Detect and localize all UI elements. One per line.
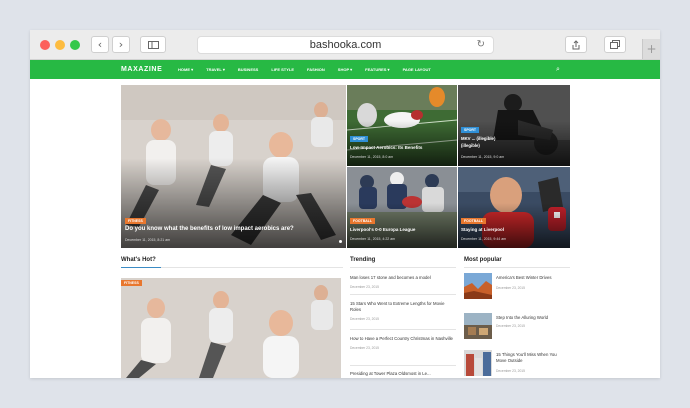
- menu-item-shop[interactable]: SHOP ▾: [338, 67, 352, 72]
- trending-heading: Trending: [350, 257, 376, 263]
- share-icon: [572, 39, 580, 49]
- browser-toolbar: ‹ › bashooka.com ↻ +: [30, 30, 660, 60]
- hero-bottom-mid-overlay: [347, 203, 457, 248]
- minimize-window-icon[interactable]: [55, 40, 65, 50]
- most-popular-heading: Most popular: [464, 257, 502, 263]
- most-popular-item[interactable]: America's Best Winter Drives December 23…: [464, 273, 564, 299]
- trending-item-title[interactable]: Man loses 17 stone and becomes a model: [350, 275, 456, 281]
- close-window-icon[interactable]: [40, 40, 50, 50]
- trending-item-title[interactable]: 15 Stars Who Went to Extreme Lengths for…: [350, 301, 456, 313]
- hero-top-mid-badge[interactable]: SPORT: [350, 136, 369, 142]
- address-bar[interactable]: bashooka.com ↻: [197, 36, 494, 54]
- hero-bottom-mid-date: December 11, 2015, 4:22 am: [350, 237, 396, 241]
- trending-item-title[interactable]: Presiding at Tower Plaza Oldsmost in Le.…: [350, 371, 456, 377]
- hero-main-title[interactable]: Do you know what the benefits of low imp…: [125, 226, 340, 233]
- hero-top-right-title[interactable]: MKV ... (illegible): [461, 136, 567, 141]
- menu-item-page-layout[interactable]: PAGE LAYOUT: [403, 67, 431, 72]
- menu-item-business[interactable]: BUSINESS: [238, 67, 258, 72]
- search-icon[interactable]: ⌕: [556, 65, 560, 74]
- most-popular-item[interactable]: 15 Things You'll Miss When You Move Outs…: [464, 350, 564, 376]
- menu-item-life-style[interactable]: LIFE STYLE: [271, 67, 294, 72]
- tabs-overview-button[interactable]: [604, 36, 626, 53]
- hero-top-mid-title[interactable]: Low-Impact Aerobics: Its Benefits: [350, 145, 454, 150]
- trending-rule: [350, 267, 456, 268]
- hero-bottom-mid-title[interactable]: Liverpool's 0-0 Europa League: [350, 227, 454, 232]
- most-popular-item-title[interactable]: 15 Things You'll Miss When You Move Outs…: [496, 352, 566, 364]
- hero-top-right-badge[interactable]: SPORT: [461, 127, 480, 133]
- share-button[interactable]: [565, 36, 587, 53]
- hero-top-right-date: December 11, 2015, 9:0 am: [461, 155, 505, 159]
- hero-main-date: December 11, 2015, 8:21 am: [125, 238, 171, 242]
- hero-top-right-subtitle[interactable]: (illegible): [461, 143, 567, 148]
- browser-window: ‹ › bashooka.com ↻ + MAXAZINE HOME ▾ TRA…: [30, 30, 660, 378]
- reload-icon[interactable]: ↻: [477, 39, 485, 50]
- sidebar-toggle-button[interactable]: [140, 36, 166, 53]
- trending-item[interactable]: Presiding at Tower Plaza Oldsmost in Le.…: [350, 371, 456, 377]
- site-logo[interactable]: MAXAZINE: [121, 66, 162, 73]
- whats-hot-heading: What's Hot?: [121, 257, 156, 263]
- hero-main-overlay: [121, 158, 346, 248]
- new-tab-button[interactable]: +: [642, 39, 660, 59]
- chevron-left-icon: ‹: [97, 38, 103, 51]
- trending-divider: [350, 329, 456, 330]
- slider-dot[interactable]: [339, 240, 342, 243]
- most-popular-thumbnail[interactable]: [464, 273, 492, 299]
- trending-item-date: December 23, 2015: [350, 345, 379, 350]
- hero-main-badge[interactable]: FITNESS: [125, 218, 146, 224]
- hero-card-bottom-right[interactable]: FOOTBALL Staying at Liverpool December 1…: [458, 167, 570, 248]
- site-navbar: MAXAZINE HOME ▾ TRAVEL ▾ BUSINESS LIFE S…: [30, 60, 660, 79]
- trending-item[interactable]: How to Have a Perfect Country Christmas …: [350, 336, 456, 350]
- maximize-window-icon[interactable]: [70, 40, 80, 50]
- trending-item-title[interactable]: How to Have a Perfect Country Christmas …: [350, 336, 456, 342]
- back-button[interactable]: ‹: [91, 36, 109, 53]
- menu-item-fashion[interactable]: FASHION: [307, 67, 325, 72]
- most-popular-item-title[interactable]: Step Into the Alluring World: [496, 315, 566, 321]
- most-popular-item-date: December 23, 2015: [496, 324, 525, 328]
- most-popular-thumbnail[interactable]: [464, 350, 492, 376]
- hero-top-mid-date: December 11, 2015, 8:0 am: [350, 155, 394, 159]
- most-popular-thumbnail[interactable]: [464, 313, 492, 339]
- sidebar-icon: [147, 40, 159, 49]
- hero-bottom-mid-badge[interactable]: FOOTBALL: [350, 218, 376, 224]
- menu-item-travel[interactable]: TRAVEL ▾: [206, 67, 225, 72]
- whats-hot-rule-accent: [121, 267, 161, 268]
- trending-item-date: December 23, 2015: [350, 316, 379, 321]
- hero-top-mid-overlay: [347, 121, 457, 166]
- hero-main-card[interactable]: FITNESS Do you know what the benefits of…: [121, 85, 346, 248]
- hero-card-bottom-mid[interactable]: FOOTBALL Liverpool's 0-0 Europa League D…: [347, 167, 457, 248]
- address-text: bashooka.com: [309, 39, 382, 51]
- most-popular-item-date: December 23, 2015: [496, 369, 525, 373]
- whats-hot-badge[interactable]: FITNESS: [121, 280, 142, 286]
- tabs-icon: [610, 40, 620, 49]
- hero-bottom-right-badge[interactable]: FOOTBALL: [461, 218, 487, 224]
- hero-card-top-right[interactable]: SPORT MKV ... (illegible) (illegible) De…: [458, 85, 570, 166]
- plus-icon: +: [646, 42, 657, 56]
- whats-hot-image: [121, 278, 341, 378]
- trending-item[interactable]: Man loses 17 stone and becomes a model D…: [350, 275, 456, 289]
- hero-bottom-right-overlay: [458, 203, 570, 248]
- most-popular-rule: [464, 267, 570, 268]
- menu-item-home[interactable]: HOME ▾: [178, 67, 193, 72]
- hero-bottom-right-title[interactable]: Staying at Liverpool: [461, 227, 567, 232]
- trending-item-date: December 23, 2015: [350, 284, 379, 289]
- main-menu: HOME ▾ TRAVEL ▾ BUSINESS LIFE STYLE FASH…: [178, 67, 431, 72]
- menu-item-features[interactable]: FEATURES ▾: [365, 67, 389, 72]
- whats-hot-card[interactable]: FITNESS: [121, 278, 341, 378]
- hero-card-top-mid[interactable]: SPORT Low-Impact Aerobics: Its Benefits …: [347, 85, 457, 166]
- most-popular-item-date: December 23, 2015: [496, 286, 525, 290]
- trending-item[interactable]: 15 Stars Who Went to Extreme Lengths for…: [350, 301, 456, 321]
- most-popular-item-title[interactable]: America's Best Winter Drives: [496, 275, 566, 281]
- hero-bottom-right-date: December 11, 2015, 9:44 am: [461, 237, 507, 241]
- most-popular-item[interactable]: Step Into the Alluring World December 23…: [464, 313, 564, 339]
- forward-button[interactable]: ›: [112, 36, 130, 53]
- chevron-right-icon: ›: [118, 38, 124, 51]
- trending-divider: [350, 294, 456, 295]
- trending-divider: [350, 365, 456, 366]
